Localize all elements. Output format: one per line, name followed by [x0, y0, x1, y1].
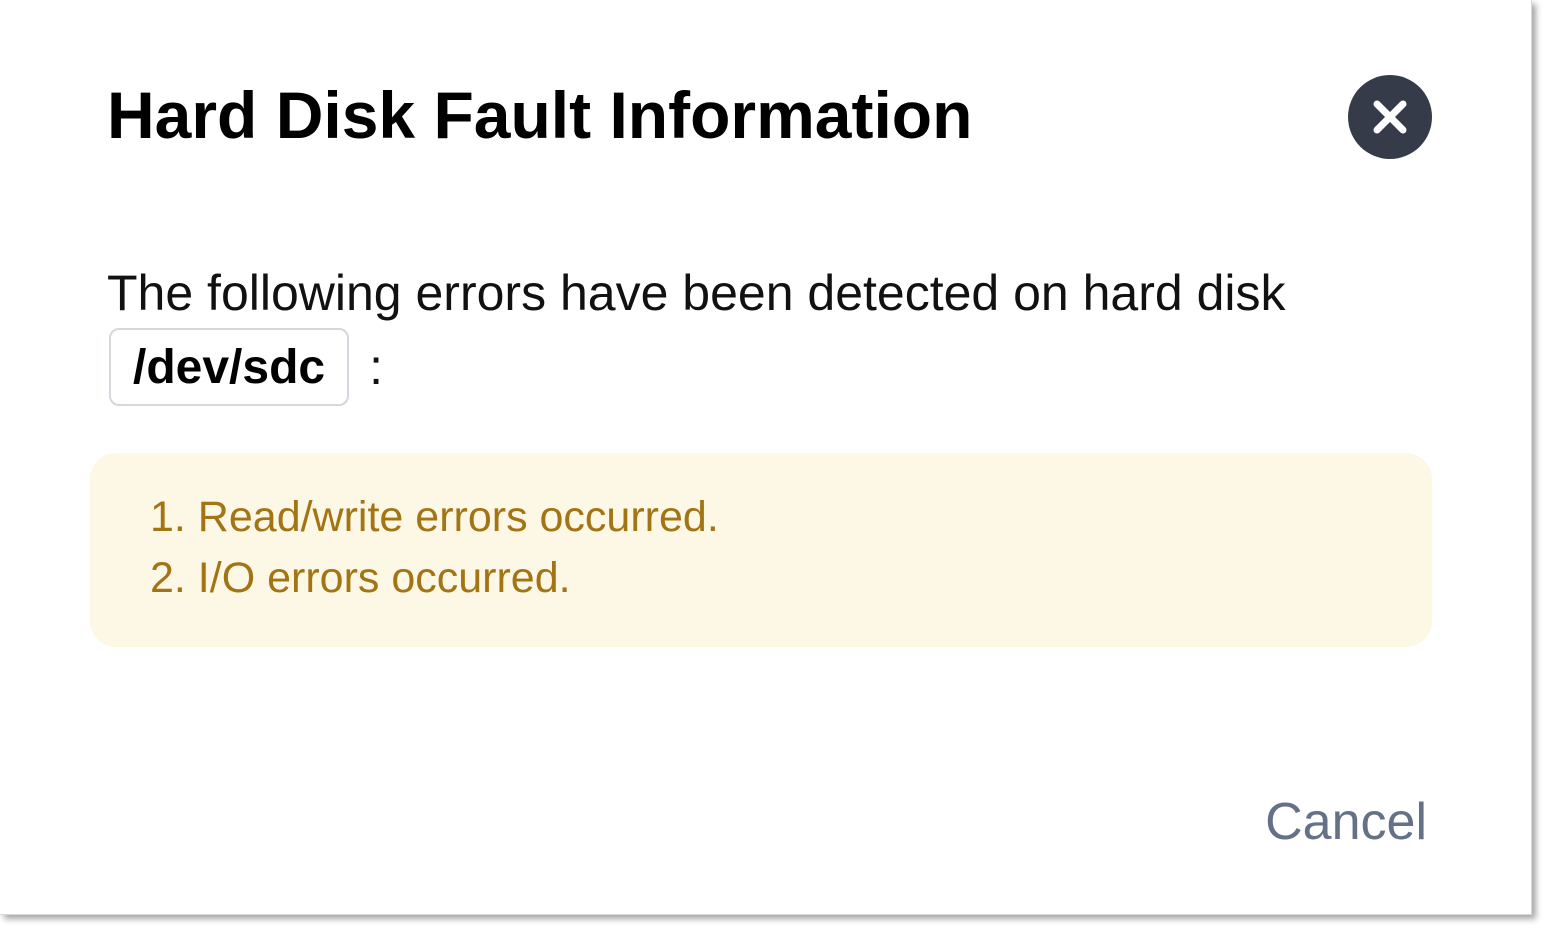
- device-colon: :: [369, 339, 383, 395]
- cancel-button[interactable]: Cancel: [1265, 790, 1427, 854]
- dialog-message: The following errors have been detected …: [107, 258, 1427, 328]
- device-row: /dev/sdc :: [109, 328, 383, 406]
- fault-dialog: Hard Disk Fault Information The followin…: [0, 0, 1532, 915]
- message-text: The following errors have been detected …: [107, 265, 1286, 321]
- device-chip: /dev/sdc: [109, 328, 350, 406]
- error-box: 1. Read/write errors occurred. 2. I/O er…: [90, 453, 1432, 647]
- error-item: 2. I/O errors occurred.: [150, 554, 571, 602]
- close-icon: [1373, 100, 1407, 134]
- dialog-title: Hard Disk Fault Information: [107, 78, 973, 152]
- error-list: 1. Read/write errors occurred. 2. I/O er…: [150, 487, 719, 609]
- close-button[interactable]: [1348, 75, 1432, 159]
- error-item: 1. Read/write errors occurred.: [150, 493, 719, 541]
